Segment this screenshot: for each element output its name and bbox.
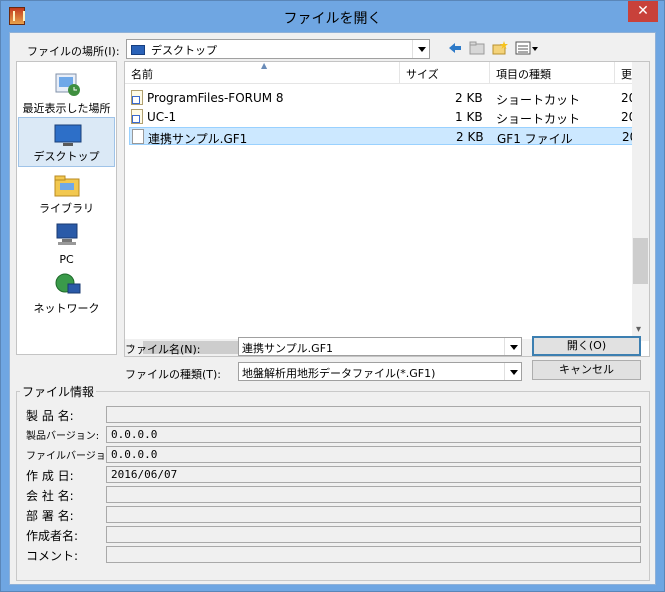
file-type: ショートカット: [496, 112, 581, 126]
place-label: PC: [59, 253, 74, 266]
info-field-created: 2016/06/07: [106, 466, 641, 483]
close-button[interactable]: ✕: [628, 1, 658, 22]
vertical-scroll-thumb[interactable]: [633, 238, 648, 284]
lookin-value: デスクトップ: [151, 44, 217, 57]
filetype-label: ファイルの種類(T):: [125, 368, 222, 381]
product-version-value: 0.0.0.0: [111, 428, 158, 441]
info-label-department: 部 署 名:: [26, 509, 74, 523]
file-name: 連携サンプル.GF1: [148, 132, 248, 146]
place-label: 最近表示した場所: [22, 102, 111, 115]
info-label-product: 製 品 名:: [26, 409, 74, 423]
back-arrow-icon[interactable]: [447, 41, 463, 55]
title-bar[interactable]: ファイルを開く ✕: [1, 1, 664, 32]
shortcut-icon: [131, 109, 143, 124]
file-size: 2 KB: [456, 130, 484, 144]
filename-label: ファイル名(N):: [125, 343, 201, 356]
place-network[interactable]: ネットワーク: [18, 268, 115, 318]
info-label-author: 作成者名:: [26, 529, 79, 543]
column-header-size[interactable]: サイズ: [400, 62, 490, 84]
info-field-file-version: 0.0.0.0: [106, 446, 641, 463]
lookin-combobox[interactable]: デスクトップ: [126, 39, 430, 59]
file-open-dialog: ファイルを開く ✕ ファイルの場所(I): デスクトップ 最近表示した場所 デス…: [0, 0, 665, 592]
new-folder-icon[interactable]: [492, 41, 508, 55]
place-desktop[interactable]: デスクトップ: [18, 117, 115, 167]
file-row[interactable]: UC-1 1 KB ショートカット 20: [129, 108, 636, 126]
places-bar: 最近表示した場所 デスクトップ ライブラリ PC ネットワーク: [16, 61, 117, 355]
file-type: ショートカット: [496, 93, 581, 107]
recent-places-icon: [55, 73, 80, 96]
info-field-product-version: 0.0.0.0: [106, 426, 641, 443]
column-header-type[interactable]: 項目の種類: [490, 62, 615, 84]
info-field-author: [106, 526, 641, 543]
cancel-button[interactable]: キャンセル: [532, 360, 641, 380]
created-date-value: 2016/06/07: [111, 468, 178, 481]
info-field-department: [106, 506, 641, 523]
view-menu-icon[interactable]: [515, 41, 539, 55]
file-type: GF1 ファイル: [497, 132, 573, 146]
file-list[interactable]: 名前 ▲ サイズ 項目の種類 更 ProgramFiles-FORUM 8 2 …: [124, 61, 650, 357]
info-label-product-version: 製品バージョン:: [26, 431, 100, 442]
place-libraries[interactable]: ライブラリ: [18, 168, 115, 218]
file-name: ProgramFiles-FORUM 8: [147, 91, 284, 105]
computer-icon: [56, 223, 78, 245]
file-size: 2 KB: [455, 91, 483, 105]
place-label: ネットワーク: [33, 302, 100, 315]
filename-input[interactable]: 連携サンプル.GF1: [238, 337, 522, 356]
place-pc[interactable]: PC: [18, 218, 115, 268]
info-field-product: [106, 406, 641, 423]
sort-ascending-icon: ▲: [261, 61, 268, 70]
lookin-dropdown-button[interactable]: [412, 40, 429, 58]
lookin-label: ファイルの場所(I):: [27, 45, 120, 58]
info-field-company: [106, 486, 641, 503]
info-label-created: 作 成 日:: [26, 469, 74, 483]
column-name-label: 名前: [131, 68, 153, 81]
shortcut-icon: [131, 90, 143, 105]
file-info-title: ファイル情報: [20, 383, 97, 400]
filename-value: 連携サンプル.GF1: [242, 342, 334, 355]
place-label: ライブラリ: [39, 202, 94, 215]
desktop-small-icon: [131, 45, 145, 55]
filetype-dropdown-button[interactable]: [504, 363, 521, 380]
file-row[interactable]: ProgramFiles-FORUM 8 2 KB ショートカット 20: [129, 89, 636, 107]
network-icon: [55, 273, 81, 294]
info-label-company: 会 社 名:: [26, 489, 74, 503]
place-label: デスクトップ: [33, 150, 100, 163]
file-icon: [132, 129, 144, 144]
info-field-comment: [106, 546, 641, 563]
filetype-value: 地盤解析用地形データファイル(*.GF1): [242, 367, 436, 380]
filename-dropdown-button[interactable]: [504, 338, 521, 355]
up-folder-icon[interactable]: [469, 41, 485, 55]
filetype-select[interactable]: 地盤解析用地形データファイル(*.GF1): [238, 362, 522, 381]
file-row-selected[interactable]: 連携サンプル.GF1 2 KB GF1 ファイル 20: [129, 127, 637, 146]
place-recent[interactable]: 最近表示した場所: [18, 68, 115, 118]
scroll-down-icon[interactable]: ▾: [636, 324, 641, 335]
file-size: 1 KB: [455, 110, 483, 124]
desktop-icon: [54, 124, 82, 146]
info-label-comment: コメント:: [26, 549, 79, 563]
vertical-scrollbar[interactable]: ▾: [632, 62, 649, 341]
open-button[interactable]: 開く(O): [532, 336, 641, 356]
file-version-value: 0.0.0.0: [111, 448, 158, 461]
file-name: UC-1: [147, 110, 177, 124]
libraries-icon: [54, 175, 80, 197]
dialog-client-area: ファイルの場所(I): デスクトップ 最近表示した場所 デスクトップ ライブラリ…: [9, 32, 656, 585]
column-header-name[interactable]: 名前 ▲: [125, 62, 400, 84]
window-title: ファイルを開く: [283, 11, 382, 27]
